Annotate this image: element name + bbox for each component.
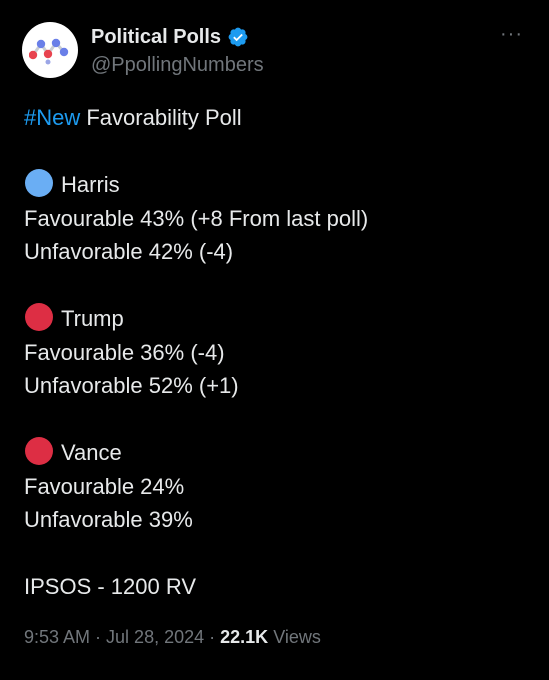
candidate-name: Vance	[61, 440, 122, 465]
views-count[interactable]: 22.1K	[220, 627, 268, 647]
favourable-line: Favourable 24%	[24, 473, 185, 499]
poll-source: IPSOS - 1200 RV	[24, 574, 197, 599]
candidate-name: Trump	[61, 306, 124, 331]
hashtag-link[interactable]: #New	[24, 105, 80, 130]
verified-badge-icon	[228, 27, 248, 47]
candidate-line-trump: Trump	[24, 302, 529, 336]
unfavorable-line: Unfavorable 52% (+1)	[24, 373, 239, 398]
avatar[interactable]	[22, 22, 78, 78]
author-name-row[interactable]: Political Polls	[91, 25, 249, 49]
post-headline: #New Favorability Poll	[24, 101, 529, 135]
author-display-name[interactable]: Political Polls	[91, 25, 221, 49]
candidate-line-harris: Harris	[24, 168, 529, 202]
political-polls-logo-icon	[29, 38, 69, 65]
unfavorable-line: Unfavorable 39%	[24, 507, 193, 532]
candidate-line-vance: Vance	[24, 436, 529, 470]
post-date[interactable]: Jul 28, 2024	[106, 627, 204, 647]
separator: ·	[95, 627, 102, 647]
views-label[interactable]: Views	[273, 627, 321, 647]
post-time[interactable]: 9:53 AM	[24, 627, 90, 647]
blue-circle-icon	[25, 169, 53, 197]
headline-text: Favorability Poll	[80, 105, 242, 130]
red-circle-icon	[25, 303, 53, 331]
tweet-body: #New Favorability Poll Harris Favourable…	[24, 101, 529, 604]
candidate-name: Harris	[61, 172, 120, 197]
favourable-line: Favourable 36% (-4)	[24, 339, 225, 365]
more-options-icon[interactable]: ···	[500, 24, 523, 44]
red-circle-icon	[25, 437, 53, 465]
tweet-meta: 9:53 AM · Jul 28, 2024 · 22.1K Views	[24, 626, 321, 648]
tweet-card: Political Polls @PpollingNumbers ··· #Ne…	[0, 0, 549, 680]
author-handle[interactable]: @PpollingNumbers	[91, 53, 264, 77]
unfavorable-line: Unfavorable 42% (-4)	[24, 239, 234, 264]
separator: ·	[209, 627, 216, 647]
favourable-line: Favourable 43% (+8 From last poll)	[24, 205, 369, 231]
